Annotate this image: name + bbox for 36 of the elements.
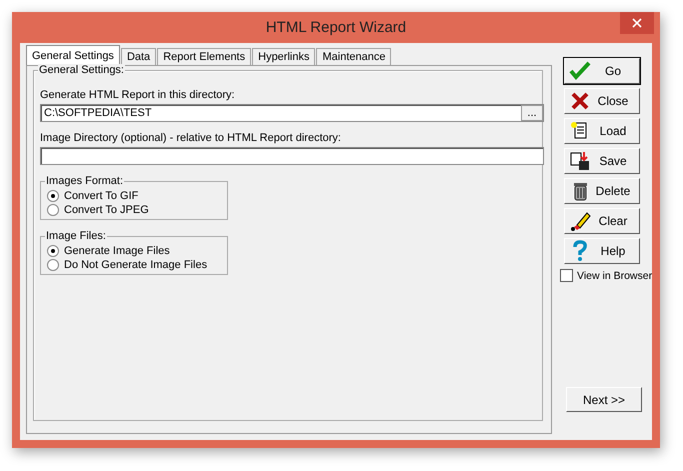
radio-button[interactable] [47,190,59,202]
checkbox[interactable] [560,269,573,282]
next-button[interactable]: Next >> [566,387,642,412]
load-button[interactable]: Load [564,118,640,144]
field-label: Image Directory (optional) - relative to HTML Report directory: [40,132,342,144]
delete-button[interactable]: Delete [564,178,640,204]
go-button[interactable]: Go [564,58,640,84]
tab[interactable]: Maintenance [316,48,392,65]
group-label: Image Files: [45,230,107,242]
radio-button[interactable] [47,245,59,257]
field-label: Generate HTML Report in this directory: [40,89,236,101]
save-button[interactable]: Save [564,148,640,174]
group-label: General Settings: [38,64,125,76]
close-icon [632,18,642,28]
radio-label: Generate Image Files [64,245,170,257]
checkbox-label: View in Browser [577,270,652,282]
radio-label: Convert To GIF [64,190,138,202]
directory-field[interactable]: C:\SOFTPEDIA\TEST ... [40,104,544,122]
radio-label: Do Not Generate Image Files [64,259,208,271]
radio-label: Convert To JPEG [64,204,149,216]
browse-button[interactable]: ... [521,105,543,121]
tab[interactable]: General Settings [26,45,120,65]
group-label: Images Format: [45,175,124,187]
tab[interactable]: Report Elements [157,48,252,65]
close-icon [569,90,591,112]
close-button[interactable] [620,12,654,34]
radio-button[interactable] [47,204,59,216]
close-button[interactable]: Close [564,88,640,114]
help-button[interactable]: Help [564,238,640,264]
tab[interactable]: Hyperlinks [252,48,316,65]
tab[interactable]: Data [120,48,156,65]
clear-button[interactable]: Clear [564,208,640,234]
image-directory-field[interactable] [40,147,544,165]
window-title: HTML Report Wizard [266,19,406,36]
radio-button[interactable] [47,259,59,271]
check-icon [569,60,591,82]
